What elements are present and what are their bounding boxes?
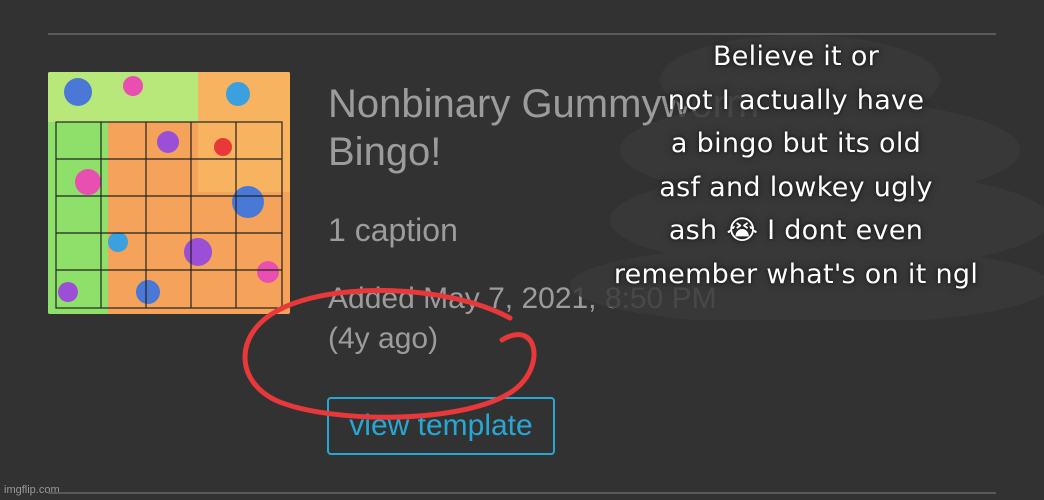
overlay-line: a bingo but its old bbox=[670, 128, 922, 159]
overlay-line: not I actually have bbox=[667, 84, 925, 116]
watermark: imgflip.com bbox=[4, 484, 60, 496]
bingo-thumbnail-image bbox=[48, 72, 290, 314]
added-relative-time: (4y ago) bbox=[328, 322, 439, 355]
bingo-thumbnail[interactable] bbox=[48, 72, 290, 314]
text-overlay: Believe it or not I actually have a bing… bbox=[548, 35, 1044, 296]
overlay-line: Believe it or bbox=[712, 41, 880, 72]
overlay-line: remember what's on it ngl bbox=[613, 258, 979, 290]
overlay-line: asf and lowkey ugly bbox=[659, 171, 933, 203]
bottom-divider bbox=[48, 492, 996, 494]
view-template-button[interactable]: view template bbox=[327, 397, 555, 455]
overlay-line: ash 😭 I dont even bbox=[668, 215, 924, 246]
caption-count: 1 caption bbox=[328, 212, 458, 248]
